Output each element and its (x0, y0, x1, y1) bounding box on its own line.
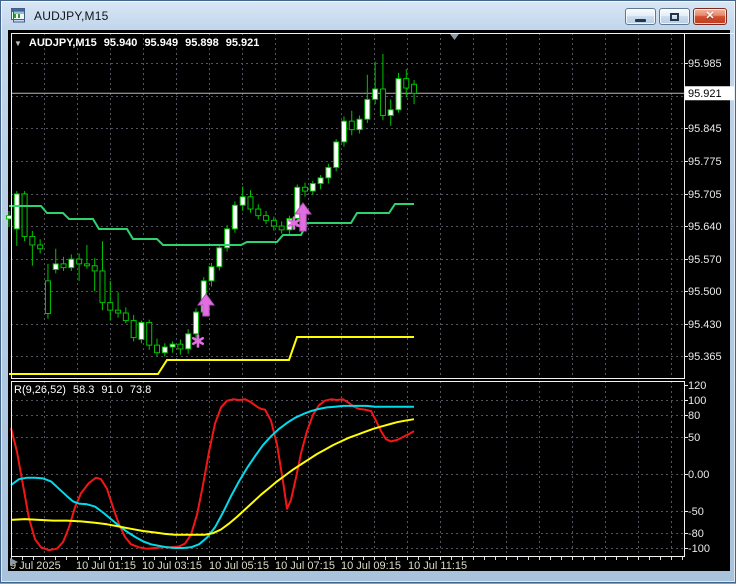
time-axis-label: 9 Jul 2025 (10, 560, 61, 572)
chart-canvas: 95.98595.84595.77595.70595.64095.57095.5… (6, 33, 735, 572)
header-dropdown-icon[interactable]: ▼ (14, 39, 22, 48)
time-axis-label: 10 Jul 03:15 (142, 560, 202, 572)
indicator-value-3: 73.8 (129, 384, 152, 396)
time-axis-label: 10 Jul 05:15 (209, 560, 269, 572)
high-value: 95.949 (144, 37, 179, 49)
indicator-drag-area[interactable] (11, 381, 684, 556)
time-axis-label: 10 Jul 01:15 (76, 560, 136, 572)
time-axis-label: 10 Jul 11:15 (408, 560, 467, 572)
time-axis[interactable]: 9 Jul 2025 10 Jul 01:15 10 Jul 03:15 10 Jul… (10, 557, 683, 572)
indicator-name-label: R(9,26,52) (14, 384, 66, 396)
symbol-period-label: AUDJPY,M15 (28, 37, 97, 49)
close-value: 95.921 (225, 37, 260, 49)
open-value: 95.940 (103, 37, 138, 49)
price-scale-drag-area[interactable] (685, 33, 735, 556)
low-value: 95.898 (185, 37, 219, 49)
indicator-header: R(9,26,52) 58.3 91.0 73.8 (14, 384, 151, 396)
indicator-value-1: 58.3 (72, 384, 95, 396)
candle-bull (6, 215, 12, 220)
time-axis-label: 10 Jul 07:15 (275, 560, 335, 572)
chart-ohlc-header: ▼ AUDJPY,M15 95.940 95.949 95.898 95.921 (14, 37, 259, 49)
main-chart-drag-area[interactable] (11, 33, 684, 378)
time-axis-label: 10 Jul 09:15 (341, 560, 401, 572)
indicator-value-2: 91.0 (101, 384, 123, 396)
mt4-chart-window: AUDJPY,M15 ✕ 95.98595.84595.77595.70595.… (0, 0, 736, 583)
